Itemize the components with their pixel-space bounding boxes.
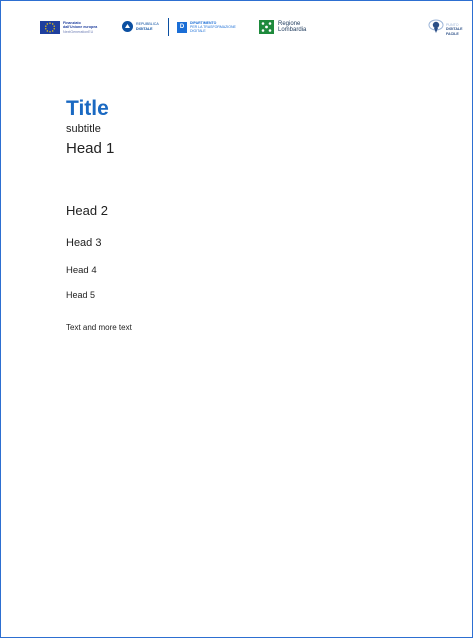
republic-logo-line2: DIGITALE — [136, 26, 153, 31]
heading-1: Head 1 — [66, 140, 115, 157]
document-content: Title subtitle Head 1 Head 2 Head 3 Head… — [66, 96, 132, 332]
eu-funding-logo: Finanziato dall'Unione europea NextGener… — [40, 21, 97, 34]
eu-flag-icon — [40, 21, 60, 34]
punto-digitale-line3: FACILE — [446, 31, 459, 36]
republic-logo-line1: REPUBBLICA — [136, 22, 159, 27]
punto-digitale-line2: DIGITALE — [446, 27, 463, 32]
lombardia-logo-text: Regione Lombardia — [278, 21, 306, 33]
document-subtitle: subtitle — [66, 123, 101, 135]
heading-2: Head 2 — [66, 203, 108, 218]
heading-4: Head 4 — [66, 265, 97, 276]
eu-logo-line3: NextGenerationEU — [63, 29, 94, 34]
map-pin-icon — [428, 18, 444, 41]
punto-digitale-facile-logo: PUNTO DIGITALE FACILE — [428, 18, 463, 41]
document-page: Finanziato dall'Unione europea NextGener… — [0, 0, 473, 638]
punto-digitale-text: PUNTO DIGITALE FACILE — [446, 23, 463, 35]
department-logo-line3: DIGITALE — [190, 29, 206, 34]
republic-emblem-icon — [122, 21, 133, 32]
department-logo-text: DIPARTIMENTO PER LA TRASFORMAZIONE DIGIT… — [190, 21, 236, 33]
body-text: Text and more text — [66, 323, 132, 332]
logo-divider — [168, 18, 169, 36]
header-logo-bar: Finanziato dall'Unione europea NextGener… — [1, 18, 472, 46]
lombardia-rose-icon — [259, 20, 274, 34]
lombardia-logo-line2: Lombardia — [278, 27, 307, 33]
heading-3: Head 3 — [66, 237, 102, 249]
lombardia-logo: Regione Lombardia — [259, 20, 306, 34]
document-title: Title — [66, 97, 109, 120]
republic-logo-text: REPUBBLICA DIGITALE — [136, 22, 159, 30]
republic-digital-logo: REPUBBLICA DIGITALE — [122, 21, 159, 32]
heading-5: Head 5 — [66, 290, 96, 300]
department-logo: D DIPARTIMENTO PER LA TRASFORMAZIONE DIG… — [177, 21, 236, 33]
eu-logo-text: Finanziato dall'Unione europea NextGener… — [63, 21, 97, 34]
department-badge-icon: D — [177, 21, 187, 33]
eu-logo-line2: dall'Unione europea — [63, 25, 98, 30]
